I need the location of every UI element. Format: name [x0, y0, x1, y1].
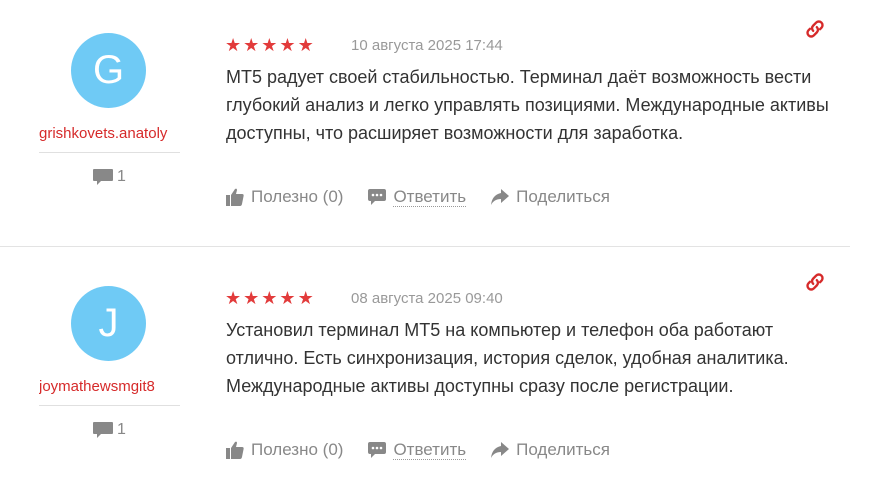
reply-label: Ответить: [393, 186, 467, 207]
reply-button[interactable]: Ответить: [367, 186, 467, 207]
review-divider: [0, 246, 850, 247]
thumbs-up-icon: [226, 441, 244, 459]
author-comment-count: 1: [92, 167, 126, 187]
star-icon: ★: [243, 35, 260, 56]
star-icon: ★: [279, 35, 296, 56]
star-icon: ★: [225, 288, 242, 309]
share-arrow-icon: [491, 189, 510, 205]
author-divider: [39, 405, 180, 406]
share-arrow-icon: [491, 442, 510, 458]
star-icon: ★: [297, 288, 314, 309]
star-icon: ★: [297, 35, 314, 56]
speech-bubble-icon: [368, 189, 387, 205]
star-icon: ★: [243, 288, 260, 309]
rating-stars: ★ ★ ★ ★ ★: [225, 37, 314, 55]
rating-stars: ★ ★ ★ ★ ★: [225, 290, 314, 308]
share-button[interactable]: Поделиться: [490, 187, 610, 207]
share-label: Поделиться: [516, 440, 610, 459]
avatar[interactable]: G: [71, 33, 146, 108]
share-label: Поделиться: [516, 187, 610, 206]
comment-bubble-icon: [93, 422, 113, 438]
review-text: Установил терминал MT5 на компьютер и те…: [226, 320, 789, 396]
star-icon: ★: [261, 288, 278, 309]
useful-button[interactable]: Полезно (0): [225, 440, 343, 460]
star-icon: ★: [279, 288, 296, 309]
review-text: MT5 радует своей стабильностью. Терминал…: [226, 67, 829, 143]
star-icon: ★: [225, 35, 242, 56]
share-button[interactable]: Поделиться: [490, 440, 610, 460]
reviews-list: G grishkovets.anatoly 1 ★ ★ ★ ★ ★ 10 авг…: [0, 0, 893, 487]
author-name-link[interactable]: joymathewsmgit8: [39, 378, 179, 395]
reply-label: Ответить: [393, 439, 467, 460]
review-date: 10 августа 2025 17:44: [351, 37, 503, 54]
useful-label: Полезно (0): [251, 440, 344, 459]
thumbs-up-icon: [226, 188, 244, 206]
speech-bubble-icon: [368, 442, 387, 458]
review-actions: Полезно (0) Ответить Поделиться: [225, 186, 610, 208]
review-date: 08 августа 2025 09:40: [351, 290, 503, 307]
comment-count-value: 1: [117, 168, 126, 185]
useful-label: Полезно (0): [251, 187, 344, 206]
author-comment-count: 1: [92, 420, 126, 440]
avatar[interactable]: J: [71, 286, 146, 361]
review-item: J joymathewsmgit8 1 ★ ★ ★ ★ ★ 08 августа…: [0, 253, 893, 487]
author-divider: [39, 152, 180, 153]
comment-count-value: 1: [117, 421, 126, 438]
useful-button[interactable]: Полезно (0): [225, 187, 343, 207]
review-item: G grishkovets.anatoly 1 ★ ★ ★ ★ ★ 10 авг…: [0, 0, 893, 250]
link-icon[interactable]: [804, 271, 826, 293]
review-actions: Полезно (0) Ответить Поделиться: [225, 439, 610, 461]
star-icon: ★: [261, 35, 278, 56]
author-name-link[interactable]: grishkovets.anatoly: [39, 125, 179, 142]
reply-button[interactable]: Ответить: [367, 439, 467, 460]
link-icon[interactable]: [804, 18, 826, 40]
comment-bubble-icon: [93, 169, 113, 185]
